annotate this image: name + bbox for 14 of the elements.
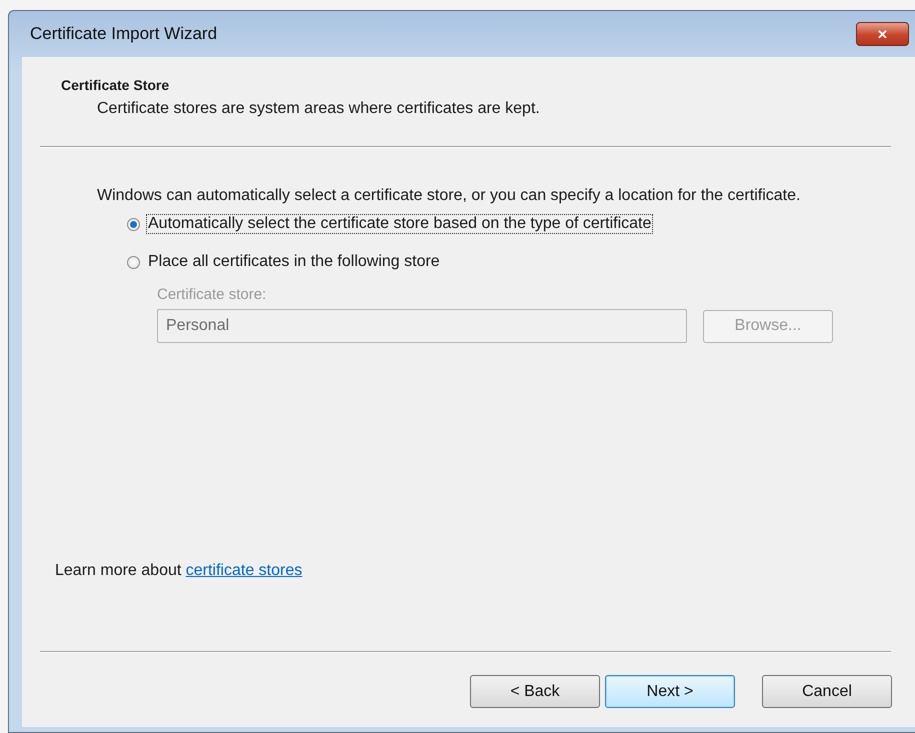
page-title: Certificate Store: [61, 77, 170, 93]
back-button[interactable]: < Back: [470, 675, 600, 708]
radio-button[interactable]: [127, 218, 140, 230]
radio-option[interactable]: Place all certificates in the following store: [127, 252, 915, 272]
radio-button[interactable]: [127, 256, 140, 268]
certificate-stores-link[interactable]: certificate stores: [186, 562, 302, 579]
window-title: Certificate Import Wizard: [30, 24, 218, 44]
learn-more-text: Learn more about certificate stores: [55, 562, 304, 580]
cancel-button[interactable]: Cancel: [762, 675, 892, 708]
next-button[interactable]: Next >: [605, 675, 735, 708]
page-subtitle: Certificate stores are system areas where certificates are kept.: [97, 100, 541, 118]
close-button[interactable]: ✕: [856, 22, 909, 46]
intro-text: Windows can automatically select a certificate store, or you can specify a location for the certificate.: [97, 186, 802, 206]
store-label: Certificate store:: [157, 286, 268, 303]
